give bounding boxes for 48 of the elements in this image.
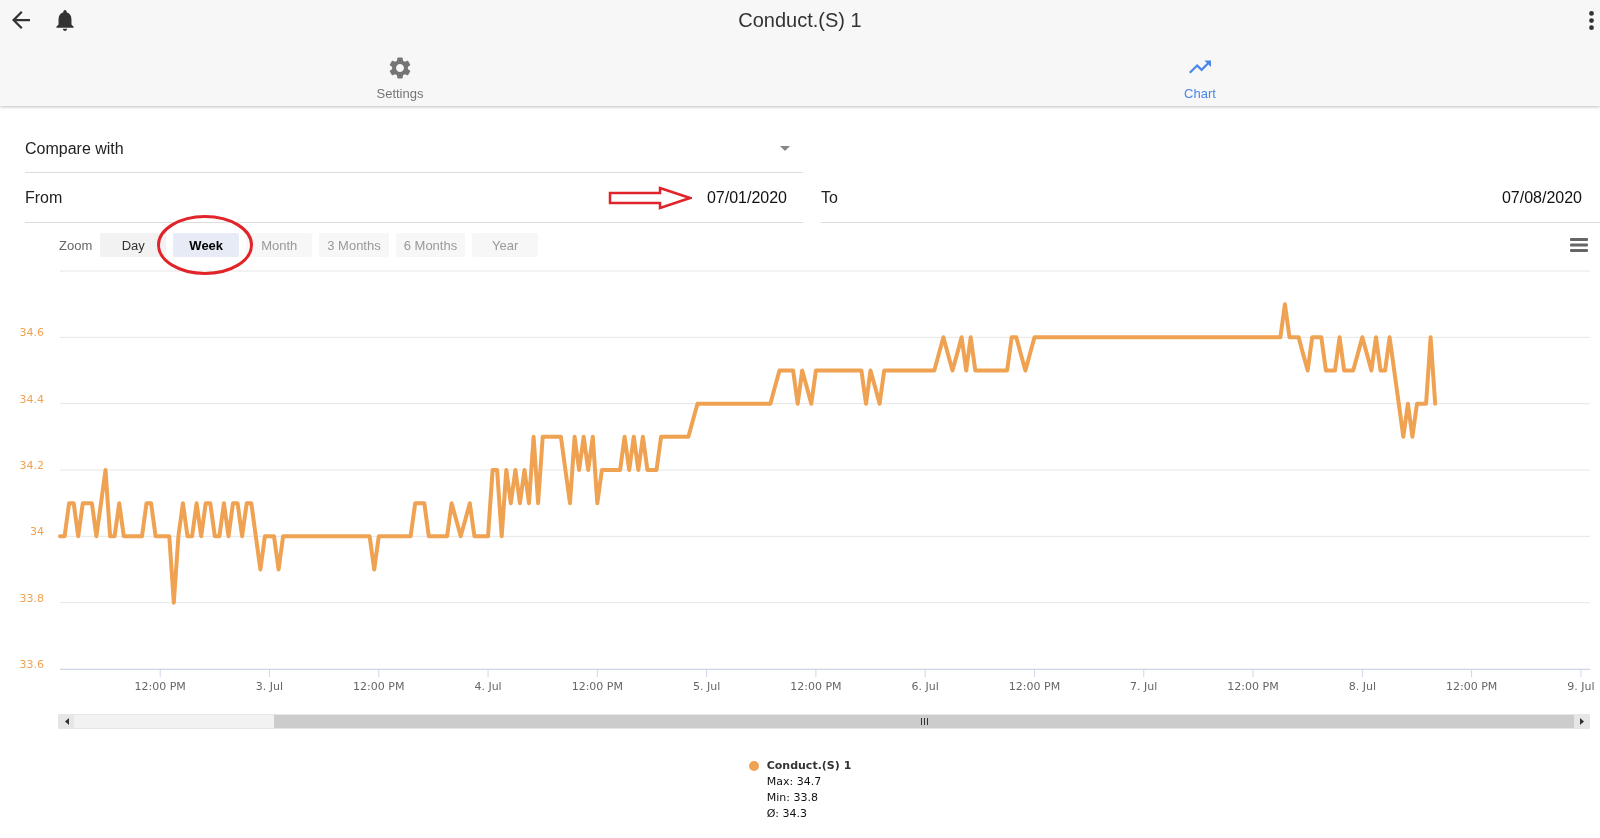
x-axis-label: 12:00 PM — [790, 680, 842, 693]
x-axis-label: 7. Jul — [1130, 680, 1158, 693]
field-label: From — [25, 188, 63, 207]
y-axis-label: 34.4 — [19, 392, 44, 406]
x-axis-label: 5. Jul — [692, 680, 721, 693]
compare-with-select[interactable]: Compare with — [25, 121, 803, 173]
right-triangle-icon — [1579, 718, 1584, 725]
tab[interactable]: Settings — [0, 40, 800, 106]
gear-icon — [389, 57, 411, 79]
x-axis-label: 3. Jul — [255, 680, 284, 693]
caret-icon — [780, 146, 790, 151]
more-options-icon[interactable] — [1589, 10, 1594, 30]
scrollbar-track[interactable] — [58, 714, 1590, 729]
scroll-left-button[interactable] — [59, 715, 74, 728]
zoom-button[interactable]: Week — [173, 233, 240, 257]
zoom-label: Zoom — [59, 237, 93, 253]
y-axis-label: 34.6 — [19, 326, 44, 340]
date-input[interactable]: 07/01/2020 — [697, 188, 787, 207]
field-label: To — [821, 188, 838, 207]
x-axis-label: 12:00 PM — [134, 680, 186, 693]
trend-line-icon — [1189, 60, 1211, 74]
left-triangle-icon — [64, 718, 69, 725]
bell-icon[interactable] — [56, 9, 74, 31]
legend-stat: Ø: 34.3 — [766, 806, 809, 822]
page-title: Conduct.(S) 1 — [738, 8, 862, 32]
date-input[interactable]: 07/08/2020 — [1492, 188, 1582, 207]
legend-stat: Min: 33.8 — [766, 790, 819, 806]
x-axis-label: 12:00 PM — [1227, 680, 1279, 693]
x-axis-label: 12:00 PM — [571, 680, 623, 693]
x-axis-label: 6. Jul — [911, 680, 939, 693]
scrollbar-thumb[interactable] — [274, 715, 1574, 728]
legend-stat: Max: 34.7 — [766, 774, 823, 790]
x-axis-label: 12:00 PM — [1445, 680, 1498, 693]
y-axis-label: 33.8 — [19, 591, 44, 605]
y-axis-label: 34 — [30, 525, 44, 539]
x-axis-label: 4. Jul — [474, 680, 502, 693]
zoom-button[interactable]: Day — [100, 233, 167, 257]
x-axis-label: 12:00 PM — [1008, 680, 1061, 693]
back-arrow-icon[interactable] — [12, 11, 30, 29]
grip-lines-icon — [920, 718, 928, 725]
x-axis-label: 9. Jul — [1567, 680, 1595, 693]
y-axis-label: 33.6 — [19, 658, 44, 671]
x-axis-label: 12:00 PM — [353, 680, 405, 693]
legend-label[interactable]: Conduct.(S) 1 — [766, 758, 852, 774]
y-axis-label: 34.2 — [19, 459, 44, 472]
menu-icon[interactable] — [1570, 238, 1588, 252]
x-axis-label: 8. Jul — [1348, 680, 1376, 693]
scroll-right-button[interactable] — [1574, 715, 1589, 728]
